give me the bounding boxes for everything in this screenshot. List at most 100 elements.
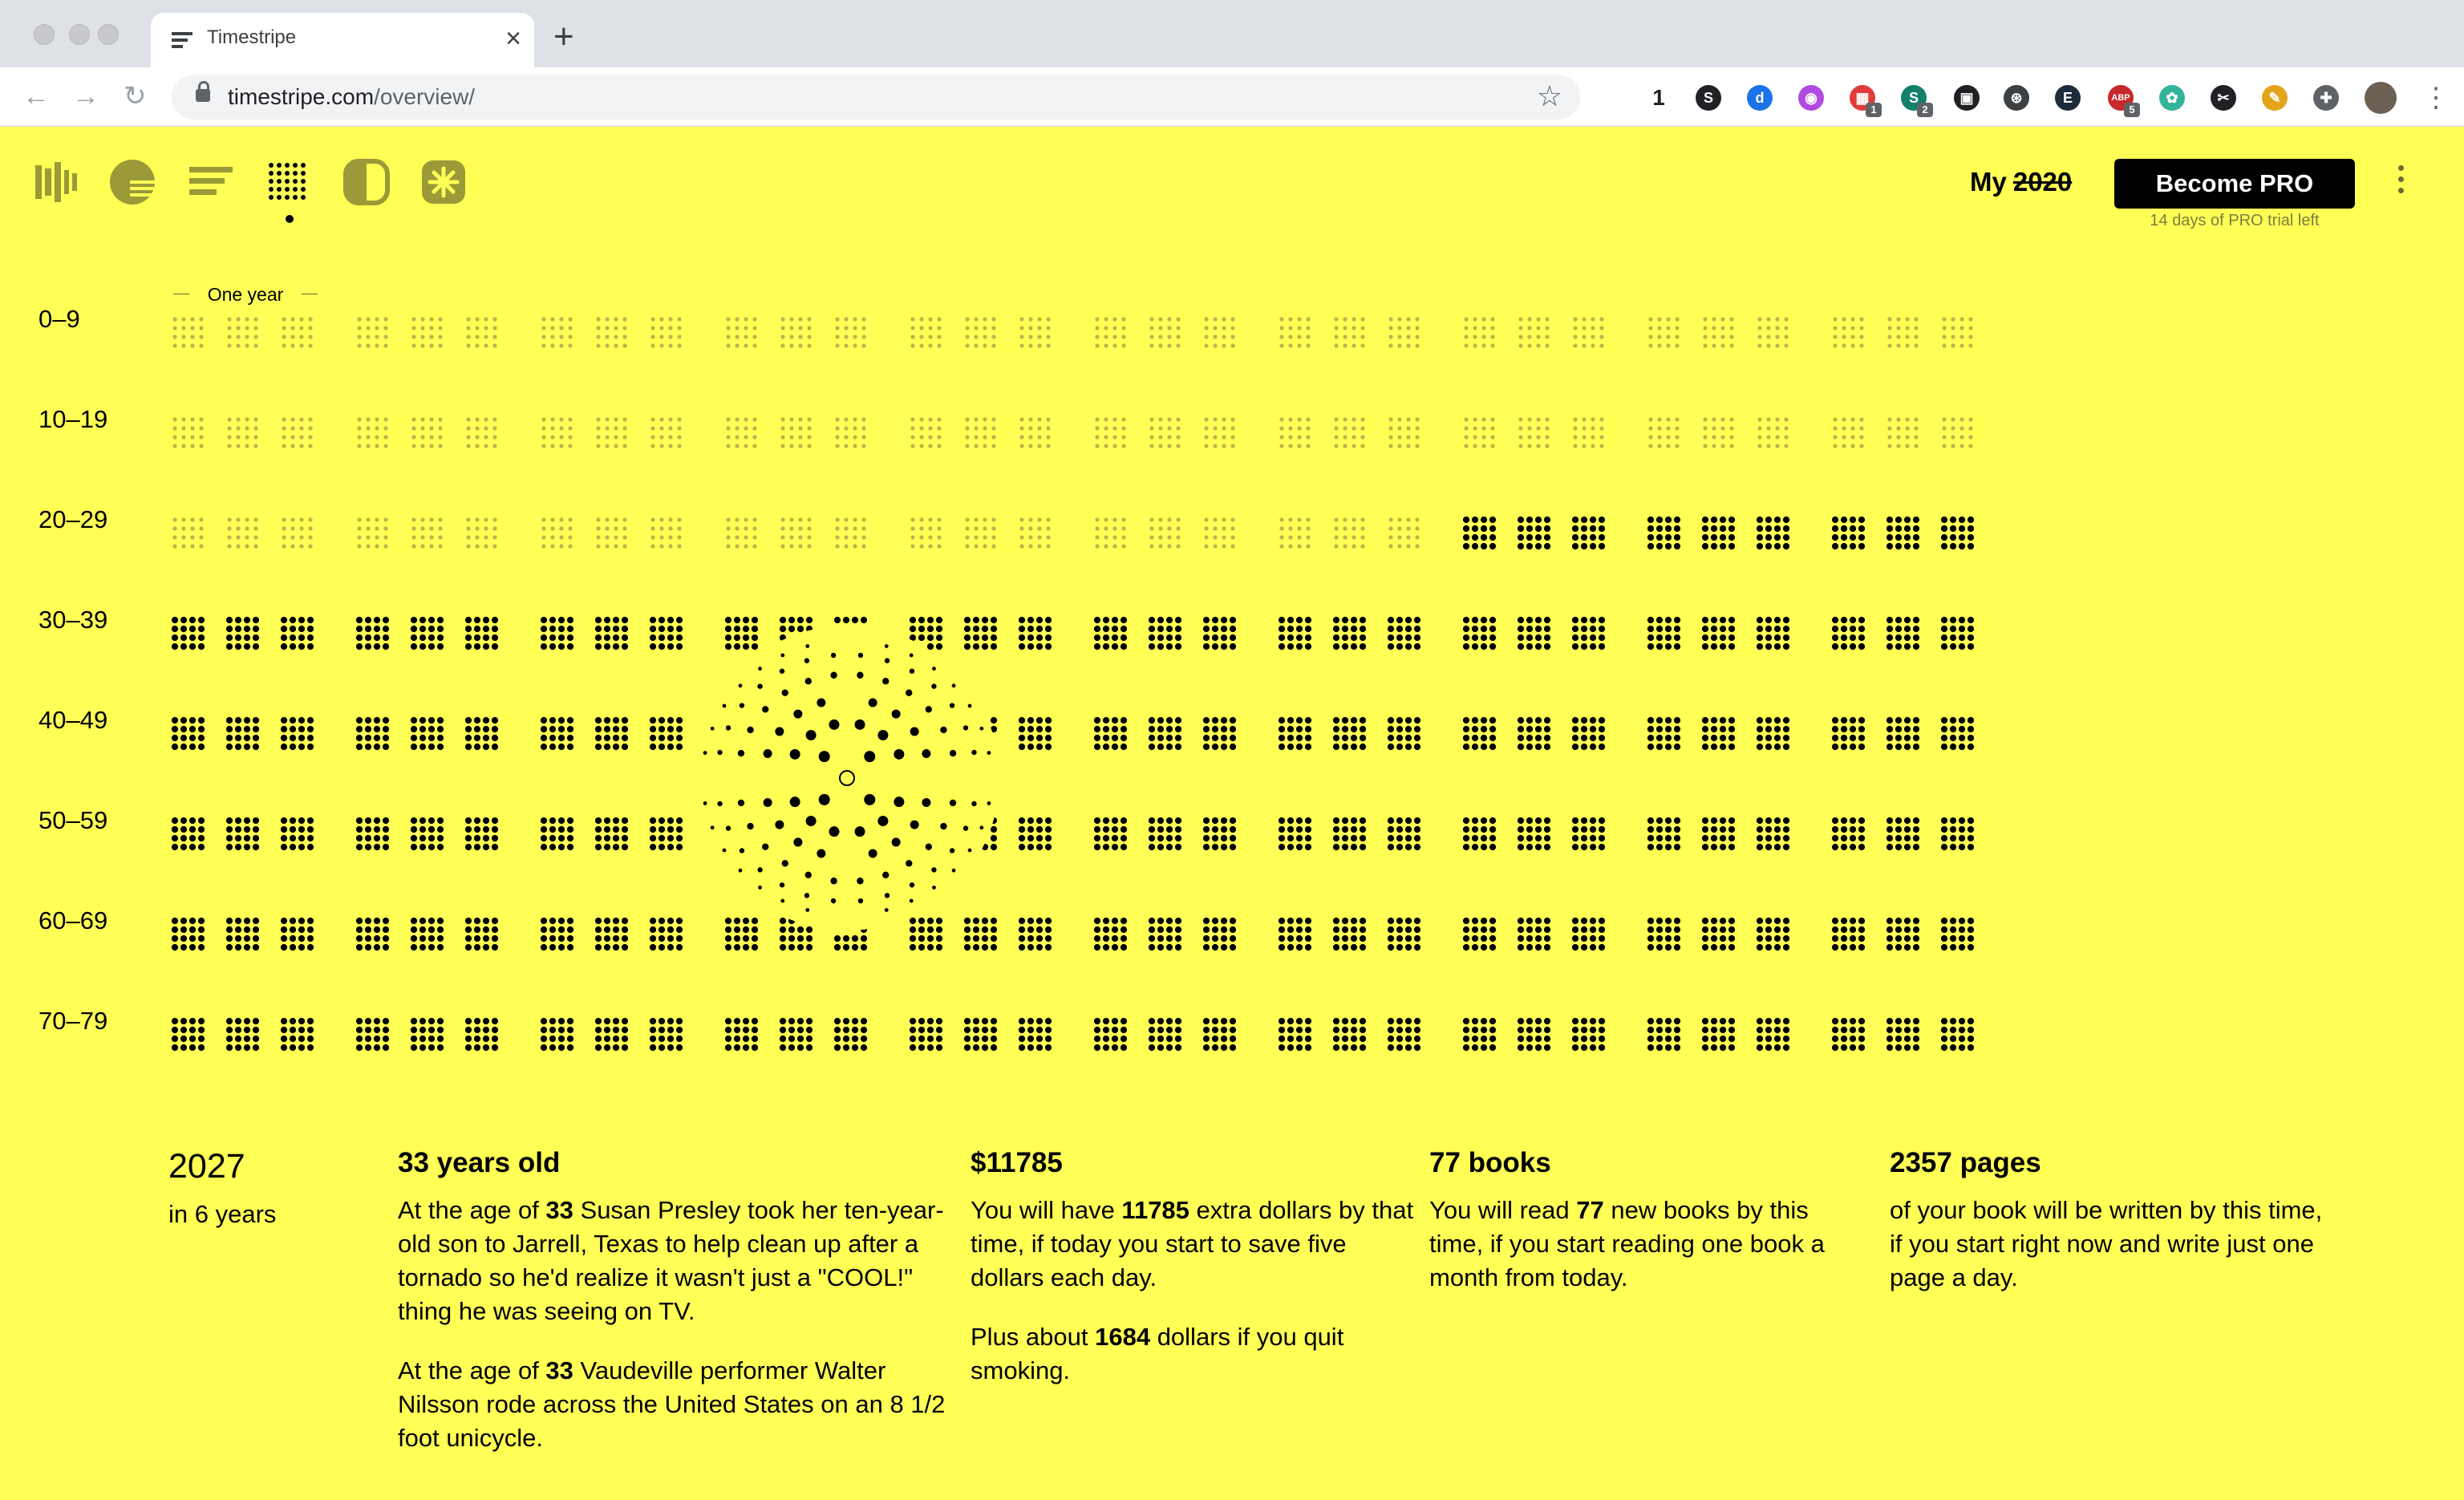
week-dot xyxy=(1396,943,1404,951)
url-text[interactable]: timestripe.com/overview/ xyxy=(228,84,475,110)
week-dot xyxy=(438,435,443,440)
week-dot xyxy=(1784,444,1789,448)
week-dot xyxy=(779,934,787,943)
week-dot xyxy=(482,743,490,751)
week-dot xyxy=(549,734,557,742)
scissors-extension-icon[interactable]: ✂ xyxy=(2211,85,2236,111)
week-dot xyxy=(366,334,371,339)
week-dot xyxy=(1599,326,1604,330)
week-dot xyxy=(1912,917,1920,925)
profile-avatar[interactable] xyxy=(2365,82,2397,114)
puzzle-extension-icon[interactable]: ✚ xyxy=(2313,85,2339,111)
calendar-extension-icon[interactable]: ▦ 1 xyxy=(1850,85,1882,117)
week-dot xyxy=(1903,616,1911,624)
adblock-extension-icon[interactable]: ABP 5 xyxy=(2108,85,2140,117)
current-week-dot[interactable] xyxy=(839,770,855,786)
week-dot xyxy=(1543,616,1551,624)
week-dot xyxy=(1148,743,1156,751)
week-dot xyxy=(1462,825,1470,833)
window-minimize-button[interactable] xyxy=(69,24,90,45)
window-close-button[interactable] xyxy=(34,24,55,45)
week-dot xyxy=(1202,734,1210,742)
back-arrow-icon[interactable]: ← xyxy=(22,77,50,116)
week-dot xyxy=(566,643,574,651)
week-dot xyxy=(1230,535,1235,540)
tab-close-icon[interactable]: × xyxy=(505,22,521,55)
week-dot xyxy=(375,343,379,348)
week-dot xyxy=(1858,926,1866,934)
week-dot xyxy=(1167,317,1172,322)
browser-tab[interactable]: Timestripe × xyxy=(151,13,534,67)
week-dot xyxy=(428,616,436,624)
week-dot xyxy=(1295,1017,1303,1025)
week-dot xyxy=(1149,343,1154,348)
week-dot xyxy=(1517,734,1525,742)
week-dot xyxy=(860,943,868,951)
week-dot xyxy=(1673,1017,1681,1025)
week-dot xyxy=(1018,716,1026,724)
week-dot xyxy=(382,917,390,925)
week-dot xyxy=(1580,643,1588,651)
window-zoom-button[interactable] xyxy=(98,24,119,45)
address-bar[interactable]: timestripe.com/overview/ ☆ xyxy=(172,75,1580,120)
week-dot xyxy=(1018,926,1026,934)
week-dot xyxy=(1580,533,1588,541)
week-dot xyxy=(733,917,741,925)
week-dot xyxy=(796,934,804,943)
browser-menu-icon[interactable]: ⋮ xyxy=(2422,82,2450,114)
new-tab-icon[interactable]: + xyxy=(553,18,574,56)
magnifier-lens[interactable] xyxy=(695,626,999,930)
week-dot xyxy=(726,317,731,322)
week-dot xyxy=(1526,843,1534,851)
week-dot xyxy=(851,1035,859,1043)
pencil-extension-icon[interactable]: ✎ xyxy=(2262,85,2288,111)
week-dot xyxy=(566,917,574,925)
week-dot xyxy=(1387,834,1395,842)
d-extension-icon[interactable]: d xyxy=(1747,85,1773,111)
week-dot xyxy=(1343,535,1348,540)
week-dot xyxy=(171,725,179,733)
week-dot xyxy=(1849,542,1857,550)
week-dot xyxy=(649,634,657,642)
week-dot xyxy=(1765,734,1773,742)
chrome-extension-icon[interactable]: ⊛ xyxy=(2004,85,2029,111)
week-dot xyxy=(1104,334,1108,339)
media-extension-icon[interactable]: ▣ xyxy=(1954,85,1980,111)
week-dot xyxy=(1480,825,1488,833)
week-dot xyxy=(180,825,188,833)
week-dot xyxy=(197,1044,205,1052)
week-dot xyxy=(1517,525,1525,533)
magnified-week-dot xyxy=(818,751,830,763)
week-dot xyxy=(1306,526,1311,531)
brain-extension-icon[interactable]: ✿ xyxy=(2159,85,2185,111)
bookmark-star-icon[interactable]: ☆ xyxy=(1537,79,1562,113)
week-dot xyxy=(733,1035,741,1043)
week-dot xyxy=(1359,625,1367,633)
week-dot xyxy=(751,1044,759,1052)
week-dot xyxy=(1332,817,1340,825)
forward-arrow-icon[interactable]: → xyxy=(72,77,99,116)
week-dot xyxy=(658,934,666,943)
week-dot xyxy=(1343,444,1348,448)
week-dot xyxy=(1157,917,1165,925)
week-dot xyxy=(464,1044,472,1052)
power-extension-icon[interactable]: ◉ xyxy=(1798,85,1824,111)
s-extension-icon[interactable]: S xyxy=(1696,85,1721,111)
reload-icon[interactable]: ↻ xyxy=(124,77,147,116)
week-dot xyxy=(253,426,258,431)
s2-extension-icon[interactable]: S2 xyxy=(1901,85,1933,117)
week-dot xyxy=(1359,834,1367,842)
week-dot xyxy=(1518,334,1523,339)
counter-extension-icon[interactable]: 1 xyxy=(1646,85,1672,111)
week-dot xyxy=(788,616,796,624)
week-dot xyxy=(1756,743,1764,751)
week-dot xyxy=(1858,643,1866,651)
week-dot xyxy=(1940,917,1948,925)
week-dot xyxy=(1230,526,1235,531)
e-extension-icon[interactable]: E xyxy=(2055,85,2081,111)
week-dot xyxy=(375,435,379,440)
week-dot xyxy=(482,625,490,633)
week-dot xyxy=(280,625,288,633)
week-dot xyxy=(1112,417,1117,422)
week-dot xyxy=(1471,634,1479,642)
